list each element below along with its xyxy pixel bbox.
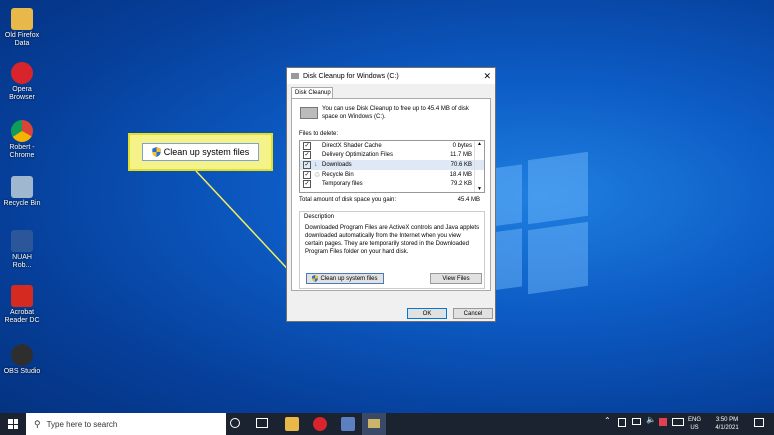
description-text: Downloaded Program Files are ActiveX con… bbox=[305, 225, 480, 255]
dialog-title: Disk Cleanup for Windows (C:) bbox=[303, 72, 399, 80]
checkbox[interactable]: ✓ bbox=[303, 160, 311, 169]
uac-shield-icon bbox=[152, 147, 161, 157]
checkbox[interactable]: ✓ bbox=[303, 151, 311, 160]
disk-cleanup-app-icon bbox=[291, 73, 299, 79]
clock[interactable]: 3:50 PM 4/1/2021 bbox=[710, 416, 744, 432]
tray-overflow-icon[interactable]: ⌃ bbox=[604, 417, 611, 425]
app-taskbar-icon[interactable] bbox=[341, 417, 355, 431]
disk-cleanup-dialog: Disk Cleanup for Windows (C:) ✕ Disk Cle… bbox=[286, 67, 496, 322]
opera-taskbar-icon[interactable] bbox=[313, 417, 327, 431]
checkbox[interactable]: ✓ bbox=[303, 170, 311, 179]
file-explorer-icon[interactable] bbox=[285, 417, 299, 431]
taskbar-search-input[interactable]: ⚲ Type here to search bbox=[26, 413, 226, 435]
keyboard-icon[interactable] bbox=[672, 418, 684, 426]
dialog-titlebar: Disk Cleanup for Windows (C:) ✕ bbox=[287, 68, 495, 84]
app-tray-icon[interactable] bbox=[659, 418, 667, 426]
description-label: Description bbox=[304, 214, 335, 220]
notifications-icon[interactable] bbox=[754, 418, 764, 427]
cortana-icon[interactable] bbox=[230, 418, 240, 428]
disk-cleanup-panel: You can use Disk Cleanup to free up to 4… bbox=[291, 98, 491, 291]
task-view-icon[interactable] bbox=[256, 418, 268, 428]
drive-icon bbox=[300, 107, 318, 119]
cancel-button[interactable]: Cancel bbox=[453, 308, 493, 319]
start-windows-icon[interactable] bbox=[8, 419, 18, 429]
download-arrow-icon: ↓ bbox=[314, 161, 318, 169]
checkbox[interactable]: ✓ bbox=[303, 141, 311, 150]
search-icon: ⚲ bbox=[34, 418, 41, 429]
ok-button[interactable]: OK bbox=[407, 308, 447, 319]
callout-box: Clean up system files bbox=[128, 133, 273, 171]
files-list[interactable]: ✓ DirectX Shader Cache 0 bytes ✓ Deliver… bbox=[299, 140, 485, 193]
list-item[interactable]: ✓ DirectX Shader Cache 0 bytes bbox=[300, 141, 484, 151]
taskbar: ⚲ Type here to search ⌃ 🔈 ENG US 3:50 PM… bbox=[0, 413, 774, 435]
recycle-bin-small-icon: ♲ bbox=[314, 171, 321, 179]
uac-shield-icon bbox=[312, 275, 319, 282]
tab-disk-cleanup[interactable]: Disk Cleanup bbox=[291, 87, 333, 98]
intro-text: You can use Disk Cleanup to free up to 4… bbox=[322, 106, 469, 120]
list-item[interactable]: ✓ Temporary files 79.2 KB bbox=[300, 179, 484, 189]
close-icon[interactable]: ✕ bbox=[483, 71, 491, 82]
language-indicator[interactable]: ENG US bbox=[688, 416, 701, 432]
volume-icon[interactable]: 🔈 bbox=[646, 416, 656, 424]
network-icon[interactable] bbox=[618, 418, 626, 427]
list-item[interactable]: ✓ ↓ Downloads 70.6 KB bbox=[300, 160, 484, 170]
total-value: 45.4 MB bbox=[457, 197, 480, 203]
checkbox[interactable]: ✓ bbox=[303, 180, 311, 189]
view-files-button[interactable]: View Files bbox=[430, 273, 482, 284]
list-scrollbar[interactable]: ▲ ▼ bbox=[474, 141, 484, 192]
files-to-delete-label: Files to delete: bbox=[299, 131, 339, 137]
list-item[interactable]: ✓ ♲ Recycle Bin 18.4 MB bbox=[300, 170, 484, 180]
scroll-down-icon[interactable]: ▼ bbox=[475, 186, 484, 192]
scroll-up-icon[interactable]: ▲ bbox=[475, 141, 484, 147]
disk-cleanup-taskbar-icon[interactable] bbox=[362, 413, 386, 435]
total-label: Total amount of disk space you gain: bbox=[299, 197, 397, 203]
clean-up-system-files-button[interactable]: Clean up system files bbox=[306, 273, 384, 284]
battery-icon[interactable] bbox=[632, 418, 641, 425]
list-item[interactable]: ✓ Delivery Optimization Files 11.7 MB bbox=[300, 151, 484, 161]
callout-cleanup-button: Clean up system files bbox=[142, 143, 259, 161]
